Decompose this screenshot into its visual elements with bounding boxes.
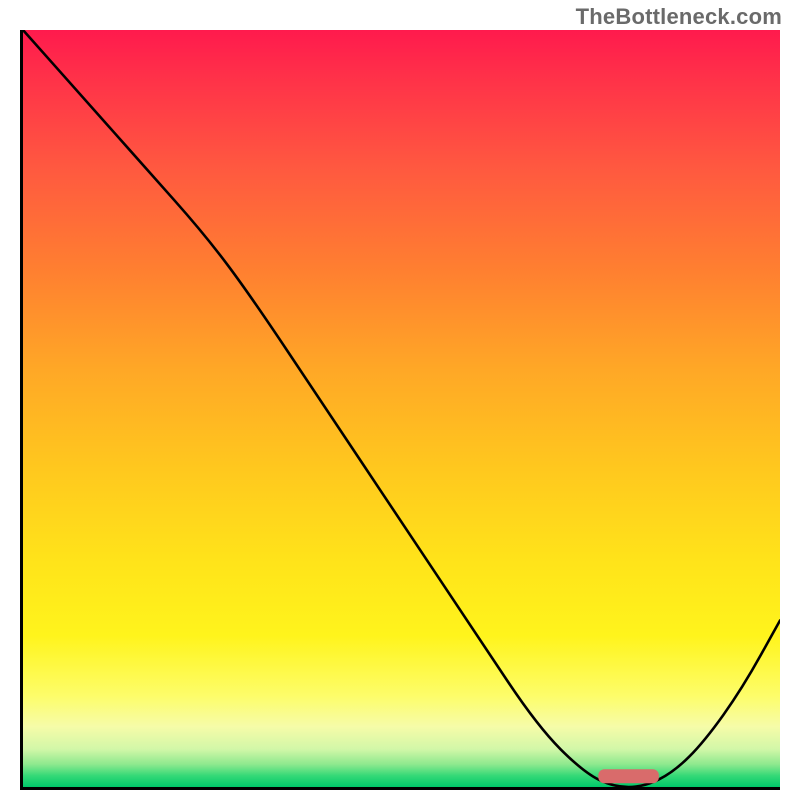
chart-container: TheBottleneck.com xyxy=(0,0,800,800)
optimal-marker xyxy=(598,769,659,783)
plot-area xyxy=(20,30,780,790)
watermark-text: TheBottleneck.com xyxy=(576,4,782,30)
bottleneck-curve-svg xyxy=(23,30,780,787)
bottleneck-curve-path xyxy=(23,30,780,787)
